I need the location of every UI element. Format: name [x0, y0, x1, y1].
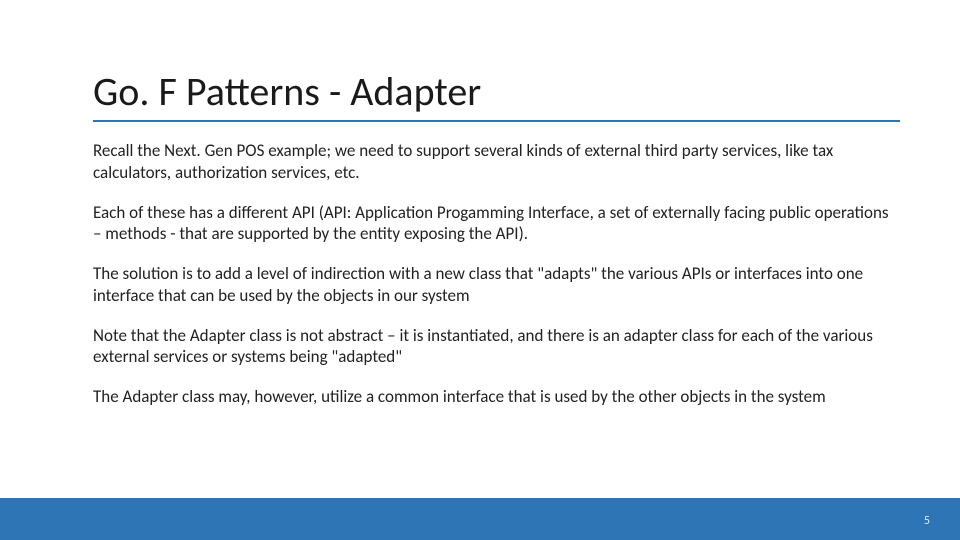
page-number: 5 [924, 514, 930, 528]
paragraph-3: The solution is to add a level of indire… [93, 263, 900, 307]
title-underline [93, 120, 900, 122]
slide-content: Go. F Patterns - Adapter Recall the Next… [93, 70, 900, 426]
paragraph-1: Recall the Next. Gen POS example; we nee… [93, 140, 900, 184]
slide: Go. F Patterns - Adapter Recall the Next… [0, 0, 960, 540]
paragraph-5: The Adapter class may, however, utilize … [93, 386, 900, 408]
slide-title: Go. F Patterns - Adapter [93, 70, 900, 114]
footer-bar [0, 498, 960, 540]
paragraph-2: Each of these has a different API (API: … [93, 202, 900, 246]
paragraph-4: Note that the Adapter class is not abstr… [93, 325, 900, 369]
